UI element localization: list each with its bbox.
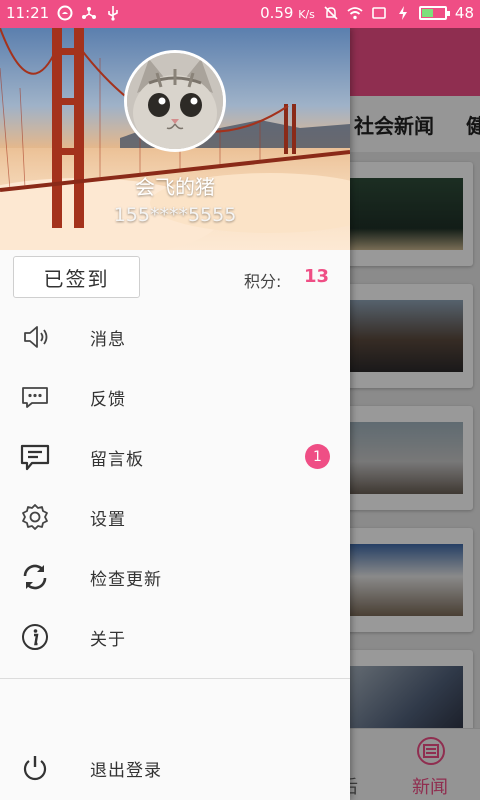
- checkin-button[interactable]: 已签到: [13, 256, 140, 298]
- gear-icon: [22, 504, 48, 530]
- sim-icon: [372, 7, 386, 19]
- status-bar-left: 11:21: [6, 4, 121, 22]
- navigation-drawer: 会飞的猪 155****5555 已签到 积分: 13 消息 反馈 留言板 1 …: [0, 28, 350, 800]
- app-badge-icon: [57, 5, 73, 21]
- screen: 11:21 0.59 K/s 48 社会新闻 健 新闻 会飞的猪 155****…: [0, 0, 480, 800]
- menu-item-settings[interactable]: 设置: [0, 487, 350, 547]
- menu-label-message-board: 留言板: [90, 450, 144, 470]
- menu-item-about[interactable]: 关于: [0, 607, 350, 667]
- status-bar-right: 0.59 K/s 48: [260, 4, 474, 22]
- points-label: 积分:: [244, 272, 282, 291]
- network-speed: 0.59 K/s: [260, 4, 315, 22]
- unread-badge: 1: [305, 444, 330, 469]
- feedback-icon: [22, 387, 48, 408]
- points-value: 13: [304, 266, 330, 287]
- wifi-icon: [347, 7, 363, 20]
- logout-label: 退出登录: [90, 761, 162, 781]
- battery-percent: 48: [454, 4, 474, 22]
- cat-avatar-image: [127, 53, 223, 149]
- network-speed-value: 0.59: [260, 4, 294, 22]
- menu-label-check-update: 检查更新: [90, 570, 162, 590]
- share-icon: [82, 7, 97, 19]
- avatar[interactable]: [124, 50, 226, 152]
- username: 会飞的猪: [135, 175, 215, 199]
- menu-item-message-board[interactable]: 留言板 1: [0, 427, 350, 487]
- status-time: 11:21: [6, 4, 50, 22]
- power-icon: [23, 756, 47, 781]
- refresh-icon: [23, 564, 47, 590]
- menu-item-check-update[interactable]: 检查更新: [0, 547, 350, 607]
- usb-icon: [108, 6, 119, 21]
- network-speed-unit: K/s: [298, 8, 315, 21]
- charging-icon: [398, 6, 407, 20]
- menu-label-feedback: 反馈: [90, 390, 126, 410]
- mute-icon: [324, 6, 338, 20]
- battery-icon: [418, 6, 450, 20]
- menu-label-about: 关于: [90, 630, 126, 650]
- message-board-icon: [20, 444, 50, 471]
- battery-fill: [421, 9, 433, 17]
- menu-label-settings: 设置: [90, 510, 126, 530]
- menu-item-messages[interactable]: 消息: [0, 307, 350, 367]
- speaker-icon: [24, 326, 48, 348]
- drawer-header: 会飞的猪 155****5555: [0, 28, 350, 250]
- info-icon: [22, 624, 48, 650]
- menu-item-feedback[interactable]: 反馈: [0, 367, 350, 427]
- phone-number: 155****5555: [113, 204, 237, 226]
- logout-button[interactable]: 退出登录: [0, 738, 350, 798]
- menu-divider: [0, 678, 350, 679]
- menu-label-messages: 消息: [90, 330, 126, 350]
- status-bar: 11:21 0.59 K/s 48: [0, 0, 480, 28]
